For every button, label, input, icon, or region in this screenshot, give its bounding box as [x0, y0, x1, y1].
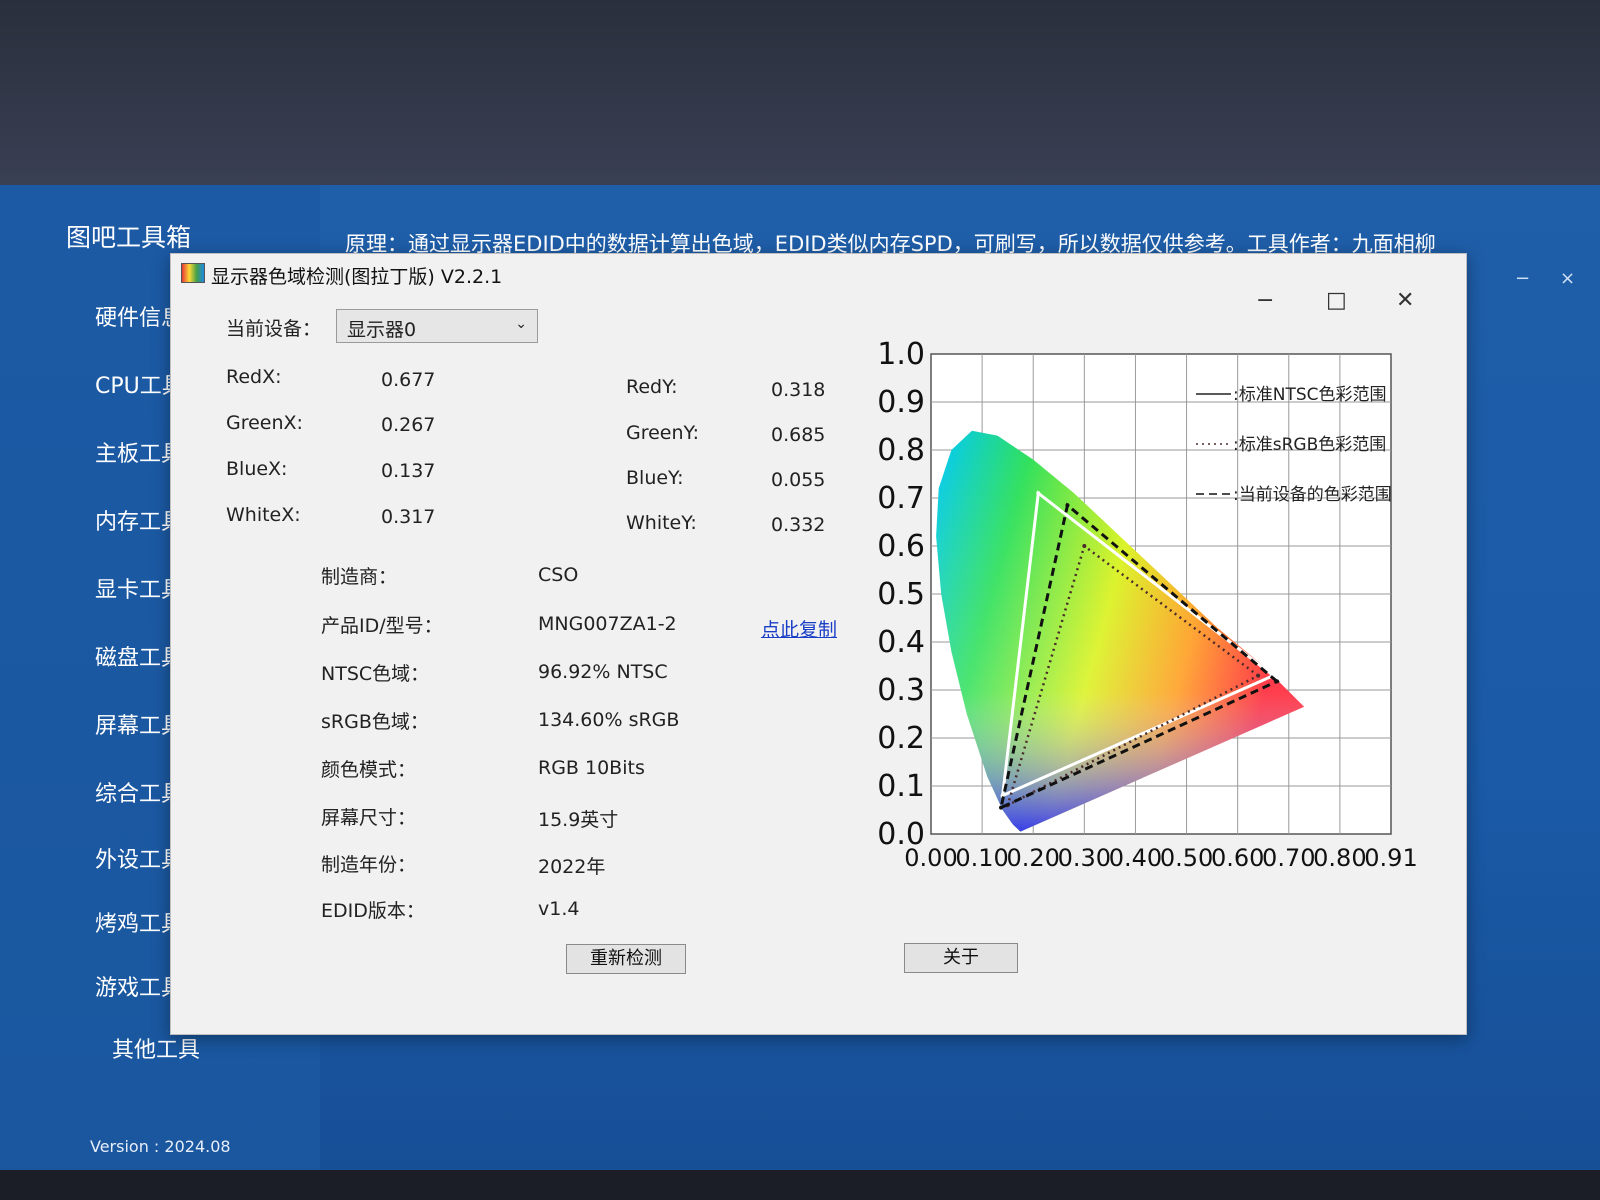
y-tick-label: 0.8 [877, 433, 925, 468]
gamut-point [1256, 673, 1261, 678]
blue-x-label: BlueX: [226, 458, 288, 480]
recheck-button[interactable]: 重新检测 [566, 944, 686, 974]
app-minimize-button[interactable]: − [1515, 268, 1530, 289]
x-tick-label: 0.80 [1313, 844, 1366, 872]
app-close-button[interactable]: × [1560, 268, 1575, 289]
dialog-title: 显示器色域检测(图拉丁版) V2.2.1 [211, 266, 503, 288]
info-label-year: 制造年份： [321, 854, 417, 876]
blue-y-label: BlueY: [626, 467, 684, 489]
y-tick-label: 0.4 [877, 625, 925, 660]
about-button[interactable]: 关于 [904, 943, 1018, 973]
dialog-maximize-button[interactable]: □ [1326, 288, 1347, 313]
version-label: Version : 2024.08 [90, 1137, 231, 1156]
device-label: 当前设备： [226, 318, 322, 340]
white-x-value: 0.317 [381, 506, 436, 528]
info-value-srgb: 134.60% sRGB [538, 709, 680, 731]
device-select-value: 显示器0 [347, 319, 417, 341]
y-tick-label: 0.6 [877, 529, 925, 564]
info-value-edid: v1.4 [538, 898, 580, 920]
info-label-ntsc: NTSC色域： [321, 663, 430, 685]
sidebar-item-other[interactable]: 其他工具 [112, 1032, 200, 1064]
y-tick-label: 0.1 [877, 769, 925, 804]
green-x-value: 0.267 [381, 414, 436, 436]
cie-chart: 0.00.10.20.30.40.50.60.70.80.91.00.000.1… [877, 337, 1417, 872]
red-y-label: RedY: [626, 376, 678, 398]
green-y-label: GreenY: [626, 422, 700, 444]
info-label-color-mode: 颜色模式： [321, 759, 417, 781]
red-x-label: RedX: [226, 366, 282, 388]
green-y-value: 0.685 [771, 424, 826, 446]
legend-label: :标准NTSC色彩范围 [1233, 385, 1387, 405]
info-value-color-mode: RGB 10Bits [538, 757, 645, 779]
x-tick-label: 0.00 [904, 844, 957, 872]
green-x-label: GreenX: [226, 412, 303, 434]
copy-link[interactable]: 点此复制 [761, 615, 837, 642]
y-tick-label: 0.9 [877, 385, 925, 420]
gamut-point [1036, 491, 1041, 496]
x-tick-label: 0.10 [955, 844, 1008, 872]
gamut-point [999, 805, 1004, 810]
app-title: 图吧工具箱 [66, 223, 192, 252]
dialog-close-button[interactable]: ✕ [1396, 288, 1414, 313]
x-tick-label: 0.50 [1160, 844, 1213, 872]
monitor-top-area [0, 0, 1600, 190]
white-y-label: WhiteY: [626, 512, 697, 534]
x-tick-label: 0.30 [1058, 844, 1111, 872]
app-icon [181, 263, 205, 283]
device-select[interactable]: 显示器0 ⌄ [336, 309, 538, 343]
info-value-ntsc: 96.92% NTSC [538, 661, 668, 683]
white-x-label: WhiteX: [226, 504, 301, 526]
info-label-product-id: 产品ID/型号： [321, 615, 443, 637]
x-tick-label: 0.40 [1109, 844, 1162, 872]
x-tick-label: 0.20 [1007, 844, 1060, 872]
y-tick-label: 1.0 [877, 337, 925, 372]
blue-x-value: 0.137 [381, 460, 436, 482]
red-x-value: 0.677 [381, 369, 436, 391]
y-tick-label: 0.3 [877, 673, 925, 708]
info-label-srgb: sRGB色域： [321, 711, 429, 733]
monitor-bezel [0, 1170, 1600, 1200]
dialog-minimize-button[interactable]: − [1256, 288, 1274, 313]
gamut-point [1082, 544, 1087, 548]
info-value-manufacturer: CSO [538, 564, 579, 586]
red-y-value: 0.318 [771, 379, 826, 401]
x-tick-label: 0.91 [1364, 844, 1417, 872]
info-value-screen-size: 15.9英寸 [538, 809, 619, 831]
legend-label: :当前设备的色彩范围 [1233, 485, 1392, 505]
x-tick-label: 0.70 [1262, 844, 1315, 872]
legend-label: :标准sRGB色彩范围 [1233, 435, 1386, 455]
info-value-year: 2022年 [538, 856, 606, 878]
chevron-down-icon: ⌄ [515, 316, 527, 332]
info-label-edid: EDID版本： [321, 900, 425, 922]
y-tick-label: 0.2 [877, 721, 925, 756]
info-label-manufacturer: 制造商： [321, 566, 398, 588]
y-tick-label: 0.7 [877, 481, 925, 516]
x-tick-label: 0.60 [1211, 844, 1264, 872]
y-tick-label: 0.5 [877, 577, 925, 612]
info-label-screen-size: 屏幕尺寸： [321, 807, 417, 829]
white-y-value: 0.332 [771, 514, 826, 536]
info-value-product-id: MNG007ZA1-2 [538, 613, 677, 635]
blue-y-value: 0.055 [771, 469, 826, 491]
dialog-titlebar[interactable]: 显示器色域检测(图拉丁版) V2.2.1 [171, 254, 1466, 292]
gamut-point [1065, 503, 1070, 508]
gamut-point [1275, 679, 1280, 684]
gamut-dialog: 显示器色域检测(图拉丁版) V2.2.1 − □ ✕ 当前设备： 显示器0 ⌄ … [170, 253, 1467, 1035]
